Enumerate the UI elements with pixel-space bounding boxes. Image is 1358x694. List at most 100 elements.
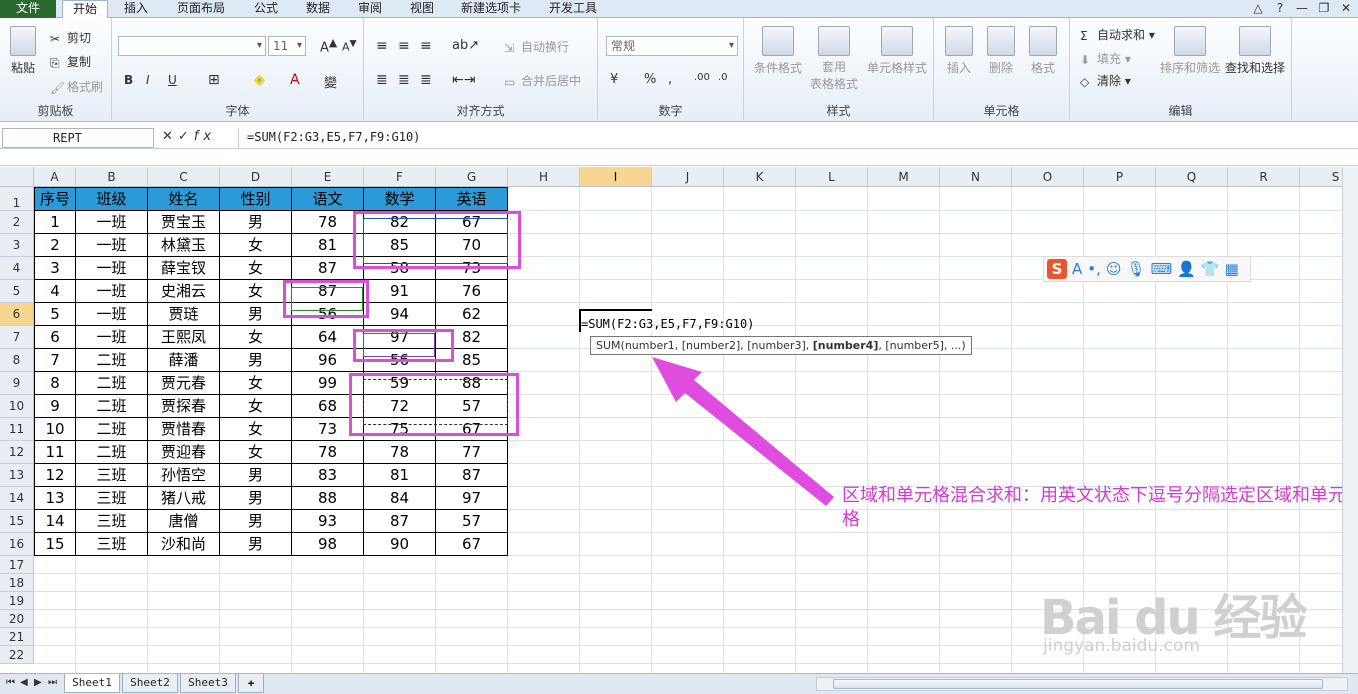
row-header-8[interactable]: 8 [0,349,34,372]
table-cell[interactable]: 87 [364,510,436,533]
table-cell[interactable]: 12 [34,464,76,487]
sheet-tab-1[interactable]: Sheet1 [64,674,120,693]
select-all-corner[interactable] [0,167,34,187]
align-center-icon[interactable]: ≣ [398,72,410,88]
column-header-e[interactable]: E [292,167,364,187]
cut-button[interactable]: ✂ 剪切 [50,29,91,46]
table-cell[interactable]: 男 [220,533,292,556]
conditional-formatting-button[interactable]: 条件格式 [750,26,806,76]
font-color-icon[interactable]: A [290,72,300,88]
grow-font-button[interactable]: A▲ [320,36,337,55]
table-cell[interactable]: 孙悟空 [148,464,220,487]
vertical-scrollbar[interactable] [1342,167,1358,673]
wrap-text-button[interactable]: ⇲ 自动换行 [504,38,569,55]
increase-decimal-icon[interactable]: .00 [694,72,710,83]
column-header-k[interactable]: K [724,167,796,187]
table-cell[interactable]: 二班 [76,349,148,372]
table-cell[interactable]: 13 [34,487,76,510]
format-as-table-button[interactable]: 套用 表格格式 [804,26,864,93]
table-cell[interactable]: 唐僧 [148,510,220,533]
table-cell[interactable]: 贾琏 [148,303,220,326]
row-header-13[interactable]: 13 [0,464,34,487]
last-sheet-icon[interactable]: ⏭ [48,677,57,688]
table-cell[interactable]: 贾惜春 [148,418,220,441]
column-header-a[interactable]: A [34,167,76,187]
table-cell[interactable]: 一班 [76,211,148,234]
table-cell[interactable]: 78 [292,441,364,464]
sort-filter-button[interactable]: 排序和筛选 [1158,26,1222,76]
table-cell[interactable]: 一班 [76,280,148,303]
border-icon[interactable]: ⊞ [208,72,220,88]
tab-new[interactable]: 新建选项卡 [454,0,528,18]
column-header-g[interactable]: G [436,167,508,187]
table-cell[interactable]: 王熙凤 [148,326,220,349]
table-cell[interactable]: 二班 [76,418,148,441]
table-cell[interactable]: 一班 [76,257,148,280]
tab-data[interactable]: 数据 [298,0,338,18]
table-header-cell[interactable]: 性别 [220,187,292,211]
table-cell[interactable]: 女 [220,257,292,280]
format-painter-button[interactable]: 🖌 格式刷 [50,78,103,95]
find-select-button[interactable]: 查找和选择 [1222,26,1288,76]
scroll-thumb[interactable] [833,679,1323,689]
tab-review[interactable]: 审阅 [350,0,390,18]
underline-button[interactable]: U [168,73,177,87]
table-cell[interactable]: 二班 [76,441,148,464]
tab-developer[interactable]: 开发工具 [542,0,604,18]
cancel-icon[interactable]: ✕ [162,129,178,144]
column-header-i[interactable]: I [580,167,652,187]
minimize-ribbon-icon[interactable]: △ [1250,1,1266,15]
table-cell[interactable]: 男 [220,303,292,326]
table-cell[interactable]: 57 [436,510,508,533]
column-header-b[interactable]: B [76,167,148,187]
paste-button[interactable]: 粘贴 [6,26,40,76]
punctuation-icon[interactable]: •, [1087,260,1101,278]
font-icon[interactable]: A [1072,260,1082,278]
table-cell[interactable]: 三班 [76,510,148,533]
table-cell[interactable]: 贾迎春 [148,441,220,464]
italic-button[interactable]: I [146,73,150,87]
column-header-j[interactable]: J [652,167,724,187]
column-header-n[interactable]: N [940,167,1012,187]
column-header-c[interactable]: C [148,167,220,187]
table-cell[interactable]: 88 [292,487,364,510]
cell-styles-button[interactable]: 单元格样式 [864,26,930,76]
indent-icon[interactable]: ⇤⇥ [452,72,475,88]
comma-icon[interactable]: , [668,72,672,87]
table-cell[interactable]: 8 [34,372,76,395]
row-header-16[interactable]: 16 [0,533,34,556]
table-cell[interactable]: 10 [34,418,76,441]
row-header-4[interactable]: 4 [0,257,34,280]
table-cell[interactable]: 6 [34,326,76,349]
tab-home[interactable]: 开始 [62,0,108,19]
column-header-d[interactable]: D [220,167,292,187]
row-header-11[interactable]: 11 [0,418,34,441]
insert-button[interactable]: 插入 [940,26,978,76]
table-cell[interactable]: 女 [220,280,292,303]
table-cell[interactable]: 薛宝钗 [148,257,220,280]
align-right-icon[interactable]: ≣ [420,72,432,88]
table-cell[interactable]: 15 [34,533,76,556]
tab-formulas[interactable]: 公式 [246,0,286,18]
fill-button[interactable]: ⬇ 填充 ▾ [1080,50,1131,67]
row-header-15[interactable]: 15 [0,510,34,533]
row-header-17[interactable]: 17 [0,556,34,574]
table-cell[interactable]: 4 [34,280,76,303]
table-cell[interactable]: 91 [364,280,436,303]
insert-sheet-icon[interactable]: ✚ [238,674,264,693]
delete-button[interactable]: 删除 [982,26,1020,76]
table-header-cell[interactable]: 班级 [76,187,148,211]
table-cell[interactable]: 97 [436,487,508,510]
autosum-button[interactable]: Σ 自动求和 ▾ [1080,26,1155,43]
row-header-22[interactable]: 22 [0,646,34,664]
table-cell[interactable]: 2 [34,234,76,257]
decrease-decimal-icon[interactable]: .0 [718,72,728,83]
column-header-p[interactable]: P [1084,167,1156,187]
skin-icon[interactable]: 👕 [1201,260,1220,278]
table-header-cell[interactable]: 语文 [292,187,364,211]
align-top-icon[interactable]: ≡ [376,38,388,54]
table-cell[interactable]: 男 [220,464,292,487]
row-header-9[interactable]: 9 [0,372,34,395]
table-cell[interactable]: 三班 [76,487,148,510]
table-cell[interactable]: 男 [220,349,292,372]
